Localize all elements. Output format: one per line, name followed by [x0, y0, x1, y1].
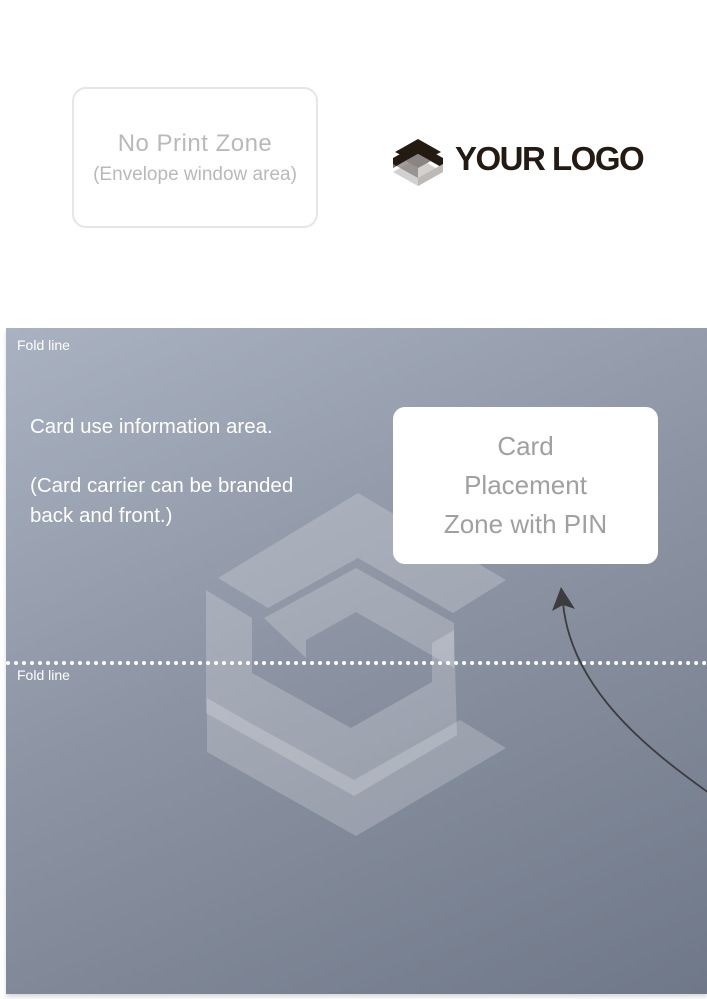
curved-arrow-icon: [552, 587, 707, 793]
no-print-zone-subtitle: (Envelope window area): [93, 163, 297, 185]
brand-logo: YOUR LOGO: [391, 128, 645, 188]
logo-text: YOUR LOGO: [455, 139, 645, 177]
no-print-zone-title: No Print Zone: [117, 129, 273, 157]
hexagon-s-logo-icon: [393, 139, 443, 186]
card-carrier-panel: Fold line Fold line Card use information…: [6, 328, 707, 994]
no-print-zone: No Print Zone (Envelope window area): [72, 87, 318, 228]
